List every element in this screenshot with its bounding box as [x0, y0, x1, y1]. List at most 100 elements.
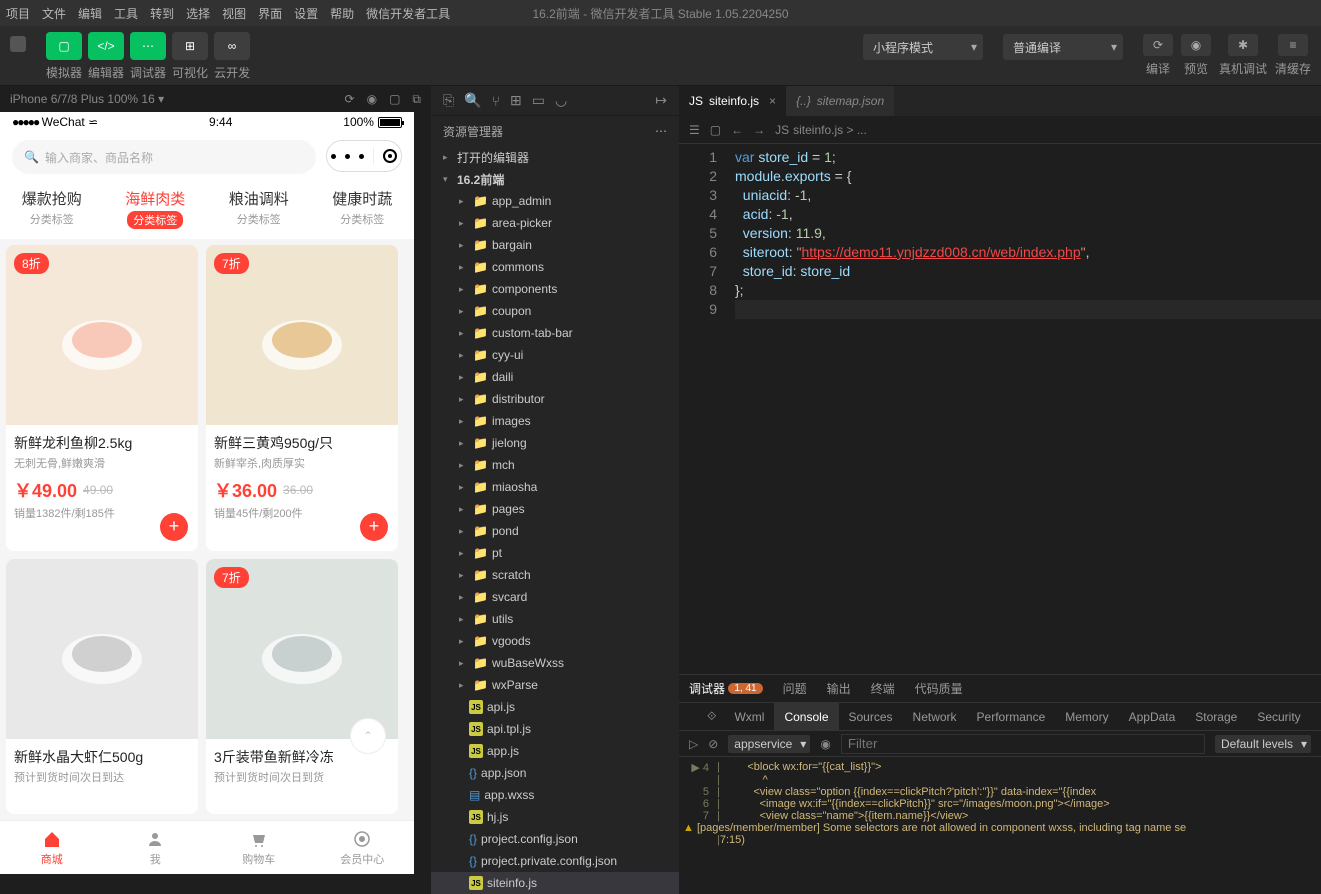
tabbar-item[interactable]: 会员中心 [311, 821, 415, 874]
menu-item[interactable]: 帮助 [330, 5, 354, 22]
category-tab[interactable]: 健康时蔬分类标签 [332, 188, 392, 229]
product-card[interactable]: 7折新鲜三黄鸡950g/只新鲜宰杀,肉质厚实￥36.0036.00销量45件/剩… [206, 245, 398, 551]
tabbar-item[interactable]: 商城 [0, 821, 104, 874]
devtool-subtab[interactable]: Memory [1055, 703, 1118, 730]
tree-folder[interactable]: ▸📁components [431, 278, 679, 300]
quality-tab[interactable]: 代码质量 [905, 675, 973, 702]
debugger-tab[interactable]: 调试器 1, 41 [679, 675, 773, 702]
menu-item[interactable]: 文件 [42, 5, 66, 22]
menu-item[interactable]: 工具 [114, 5, 138, 22]
tree-file[interactable]: ▤app.wxss [431, 784, 679, 806]
debugger-button[interactable]: ⋯ [130, 32, 166, 60]
add-button[interactable]: + [360, 513, 388, 541]
tree-folder[interactable]: ▸📁utils [431, 608, 679, 630]
menu-item[interactable]: 微信开发者工具 [366, 5, 450, 22]
tree-folder[interactable]: ▸📁jielong [431, 432, 679, 454]
tree-root[interactable]: ▾16.2前端 [431, 168, 679, 190]
menu-item[interactable]: 编辑 [78, 5, 102, 22]
back-icon[interactable]: ← [731, 123, 743, 137]
filter-input[interactable] [841, 734, 1205, 754]
tree-file[interactable]: {}project.private.config.json [431, 850, 679, 872]
devtool-subtab[interactable]: Storage [1185, 703, 1247, 730]
tree-folder[interactable]: ▸📁area-picker [431, 212, 679, 234]
realdebug-icon[interactable]: ✱ [1228, 34, 1258, 56]
menu-item[interactable]: 视图 [222, 5, 246, 22]
bowl-icon[interactable]: ◡ [555, 92, 567, 109]
tabbar-item[interactable]: 我 [104, 821, 208, 874]
tree-folder[interactable]: ▸📁svcard [431, 586, 679, 608]
product-card[interactable]: 新鲜水晶大虾仁500g预计到货时间次日到达 [6, 559, 198, 815]
capsule-button[interactable] [326, 140, 402, 172]
search-input[interactable]: 🔍 输入商家、商品名称 [12, 140, 316, 174]
scroll-top-button[interactable]: ⌃ [350, 718, 386, 754]
record-icon[interactable]: ◉ [367, 92, 377, 107]
preview-icon[interactable]: ◉ [1181, 34, 1211, 56]
devtool-subtab[interactable]: Performance [967, 703, 1056, 730]
tree-folder[interactable]: ▸📁custom-tab-bar [431, 322, 679, 344]
code-editor[interactable]: var store_id = 1;module.exports = { unia… [727, 144, 1321, 674]
breadcrumb[interactable]: JS siteinfo.js > ... [775, 123, 867, 137]
devtool-subtab[interactable]: Security [1247, 703, 1310, 730]
tree-folder[interactable]: ▸📁pt [431, 542, 679, 564]
screenshot-icon[interactable]: ▢ [389, 92, 400, 107]
tree-folder[interactable]: ▸📁commons [431, 256, 679, 278]
tree-file[interactable]: JSsiteinfo.js [431, 872, 679, 894]
tree-folder[interactable]: ▸📁daili [431, 366, 679, 388]
tree-folder[interactable]: ▸📁pond [431, 520, 679, 542]
tree-folder[interactable]: ▸📁wxParse [431, 674, 679, 696]
eye-icon[interactable]: ◉ [820, 737, 830, 751]
tree-file[interactable]: JSapi.js [431, 696, 679, 718]
tree-file[interactable]: {}project.config.json [431, 828, 679, 850]
menu-item[interactable]: 设置 [294, 5, 318, 22]
compile-dropdown[interactable]: 普通编译 [1003, 34, 1123, 60]
tree-folder[interactable]: ▸📁wuBaseWxss [431, 652, 679, 674]
explorer-icon[interactable]: ⎘ [443, 92, 454, 109]
visual-button[interactable]: ⊞ [172, 32, 208, 60]
mode-dropdown[interactable]: 小程序模式 [863, 34, 983, 60]
link-icon[interactable]: ↦ [655, 92, 667, 109]
refresh-icon[interactable]: ⟳ [345, 92, 355, 107]
inspect-icon[interactable]: ⟐ [707, 709, 716, 724]
bookmark-icon[interactable]: ▢ [710, 123, 721, 137]
tree-file[interactable]: JShj.js [431, 806, 679, 828]
clearcache-icon[interactable]: ≡ [1278, 34, 1308, 56]
product-card[interactable]: 8折新鲜龙利鱼柳2.5kg无刺无骨,鲜嫩爽滑￥49.0049.00销量1382件… [6, 245, 198, 551]
tree-folder[interactable]: ▸📁coupon [431, 300, 679, 322]
devtool-subtab[interactable]: Sources [839, 703, 903, 730]
output-tab[interactable]: 输出 [817, 675, 861, 702]
close-icon[interactable]: × [769, 94, 776, 108]
menu-item[interactable]: 项目 [6, 5, 30, 22]
tree-file[interactable]: JSapi.tpl.js [431, 718, 679, 740]
more-icon[interactable]: ⋯ [655, 124, 667, 138]
cloud-button[interactable]: ∞ [214, 32, 250, 60]
tree-folder[interactable]: ▸📁distributor [431, 388, 679, 410]
product-card[interactable]: 7折3斤装带鱼新鲜冷冻预计到货时间次日到货 [206, 559, 398, 815]
issues-tab[interactable]: 问题 [773, 675, 817, 702]
devtool-subtab[interactable]: Network [903, 703, 967, 730]
ext-icon[interactable]: ⊞ [510, 92, 522, 109]
devtool-subtab[interactable]: Wxml [724, 703, 774, 730]
tree-folder[interactable]: ▸📁images [431, 410, 679, 432]
git-icon[interactable]: ⑂ [492, 93, 500, 109]
tree-file[interactable]: JSapp.js [431, 740, 679, 762]
devtool-subtab[interactable]: AppData [1119, 703, 1186, 730]
tree-folder[interactable]: ▸📁vgoods [431, 630, 679, 652]
menu-item[interactable]: 选择 [186, 5, 210, 22]
editor-button[interactable]: </> [88, 32, 124, 60]
category-tab[interactable]: 海鲜肉类分类标签 [125, 188, 185, 229]
tree-folder[interactable]: ▸📁app_admin [431, 190, 679, 212]
tabbar-item[interactable]: 购物车 [207, 821, 311, 874]
tree-section[interactable]: ▸打开的编辑器 [431, 146, 679, 168]
simulator-button[interactable]: ▢ [46, 32, 82, 60]
forward-icon[interactable]: → [753, 123, 765, 137]
tree-folder[interactable]: ▸📁miaosha [431, 476, 679, 498]
ext2-icon[interactable]: ▭ [532, 92, 545, 109]
device-label[interactable]: iPhone 6/7/8 Plus 100% 16 ▾ [10, 92, 164, 106]
category-tab[interactable]: 爆款抢购分类标签 [22, 188, 82, 229]
devtool-subtab[interactable]: Console [774, 703, 838, 730]
run-icon[interactable]: ▷ [689, 737, 698, 751]
tree-folder[interactable]: ▸📁bargain [431, 234, 679, 256]
ban-icon[interactable]: ⊘ [708, 737, 718, 751]
context-dropdown[interactable]: appservice [728, 735, 810, 753]
menu-item[interactable]: 界面 [258, 5, 282, 22]
